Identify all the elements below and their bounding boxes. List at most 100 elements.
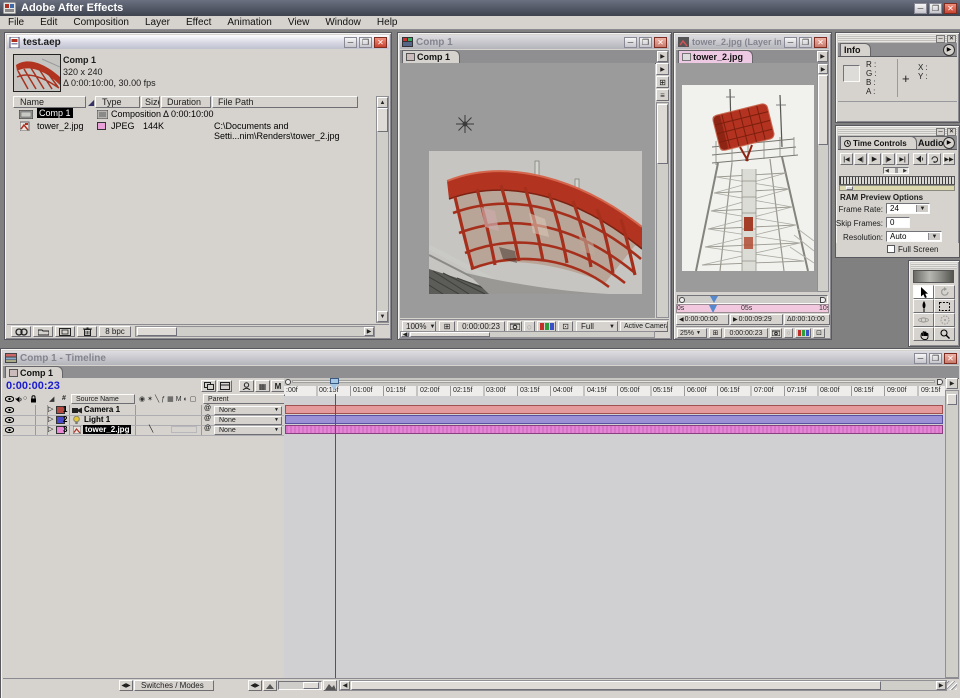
layer-name[interactable]: tower_2.jpg [83,425,131,434]
timeline-vertical-scrollbar[interactable] [945,390,959,678]
project-maximize-button[interactable]: ❐ [359,37,372,48]
layer-bar-camera[interactable] [285,405,943,414]
parent-column-header[interactable]: Parent [203,394,285,404]
parent-dropdown[interactable]: None▼ [214,426,282,435]
play-button[interactable]: ▶ [868,153,881,165]
audio-icon[interactable] [15,396,22,403]
lock-icon[interactable] [30,395,37,403]
eye-icon[interactable] [5,407,14,413]
eye-icon[interactable] [5,396,14,402]
shuttle-control[interactable]: ◀▶ [883,167,909,174]
timeline-panel-arrow[interactable]: ▶ [946,378,958,389]
menu-effect[interactable]: Effect [178,17,219,28]
switches-modes-button[interactable]: Switches / Modes [134,680,214,691]
audio-mute-button[interactable] [913,153,927,165]
timeline-maximize-button[interactable]: ❐ [929,353,942,364]
pick-whip-icon[interactable]: @ [204,415,211,422]
layer-name[interactable]: Camera 1 [84,405,120,414]
new-composition-button[interactable] [55,326,75,337]
comp-viewer-title-bar[interactable]: Comp 1 ─ ❐ ✕ [400,35,669,49]
column-header-size[interactable]: Size [141,96,160,108]
timeline-zoom-slider[interactable] [278,681,322,690]
current-time-indicator-handle[interactable] [330,378,339,390]
work-area-span[interactable] [292,380,935,383]
tab-tower-2-jpg[interactable]: tower_2.jpg [678,50,753,63]
light-wireframe-icon[interactable] [456,115,474,133]
palette-title-bar[interactable]: ─ ✕ [838,128,957,136]
palette-close-button[interactable]: ✕ [947,35,956,43]
ram-preview-button[interactable]: ▶▶ [943,153,955,165]
trim-out-handle[interactable] [820,297,826,303]
comp-family-button-1[interactable] [201,380,216,392]
loop-button[interactable] [928,153,941,165]
project-close-button[interactable]: ✕ [374,37,387,48]
frame-rate-dropdown[interactable]: 24▼ [886,203,930,214]
mask-tool[interactable] [934,299,955,313]
expand-columns-button[interactable]: ◀▶ [119,680,133,691]
alpha-icon[interactable]: ⊡ [813,328,825,338]
eye-icon[interactable] [5,427,14,433]
chevron-down-icon[interactable]: ▼ [928,233,940,240]
timeline-minimize-button[interactable]: ─ [914,353,927,364]
enable-frame-blend-button[interactable]: ▦ [255,380,270,392]
skip-frames-input[interactable] [886,217,910,228]
palette-menu-icon[interactable]: ▶ [943,44,955,56]
layer-duration[interactable]: Δ0:00:10:00 [784,314,830,325]
project-vertical-scrollbar[interactable]: ▲ ▼ [376,96,389,323]
eye-icon[interactable] [5,417,14,423]
layer-vertical-scrollbar[interactable]: ▶ [817,63,829,292]
zoom-tool[interactable] [934,327,955,341]
timeline-timecode[interactable]: 0:00:00:23 [6,380,60,392]
current-time-indicator-line[interactable] [335,394,336,678]
show-snapshot-icon[interactable]: ○ [784,328,793,338]
table-row[interactable]: tower_2.jpg JPEG 144K C:\Documents and S… [7,121,377,132]
tab-time-controls[interactable]: Time Controls [840,136,917,149]
jog-slider-thumb[interactable] [846,186,853,190]
palette-menu-icon[interactable]: ▶ [943,137,955,149]
layer-out-point[interactable]: ▶0:00:09:29 [730,314,783,325]
delete-button[interactable] [77,326,97,337]
comp-vertical-scrollbar[interactable] [656,102,669,318]
panel-menu-arrow[interactable]: ▶ [817,51,828,62]
tab-timeline-comp-1[interactable]: Comp 1 [5,366,63,378]
viewer-side-arrow[interactable]: ▶ [656,63,669,75]
last-frame-button[interactable]: ▶| [896,153,909,165]
palette-minimize-button[interactable]: ─ [936,128,945,136]
menu-view[interactable]: View [280,17,318,28]
column-header-duration[interactable]: Duration [161,96,211,108]
next-frame-button[interactable]: |▶ [882,153,895,165]
menu-animation[interactable]: Animation [219,17,279,28]
comp-close-button[interactable]: ✕ [654,37,667,48]
layer-magnification-dropdown[interactable]: 25%▼ [677,328,707,338]
panel-menu-arrow[interactable]: ▶ [657,51,668,62]
timeline-close-button[interactable]: ✕ [944,353,957,364]
twirl-arrow[interactable]: ▷ [48,405,53,413]
bit-depth-button[interactable]: 8 bpc [99,326,131,337]
rotate-tool[interactable] [934,285,955,299]
viewer-option2-icon[interactable]: ≡ [656,89,669,101]
source-name-column-header[interactable]: Source Name [71,394,135,404]
layer-bar-footage[interactable] [285,425,943,434]
timeline-zoom-slider-thumb[interactable] [303,682,319,689]
layer-close-button[interactable]: ✕ [814,37,827,48]
pick-whip-icon[interactable]: @ [204,425,211,432]
comp-family-button-2[interactable] [217,380,232,392]
zoom-out-mountain-button[interactable] [263,680,277,691]
comp-minimize-button[interactable]: ─ [624,37,637,48]
layer-cti[interactable] [709,305,717,313]
scroll-up-arrow[interactable]: ▲ [377,97,388,108]
rgb-channels-icon[interactable] [795,328,811,338]
app-minimize-button[interactable]: ─ [914,3,927,14]
tools-title-bar[interactable] [911,263,957,269]
layer-viewer-title-bar[interactable]: tower_2.jpg (Layer in Co... ─ ❐ ✕ [676,35,829,49]
project-minimize-button[interactable]: ─ [344,37,357,48]
comp-horizontal-scrollbar[interactable]: ◀ [400,331,655,338]
parent-dropdown[interactable]: None▼ [214,406,282,415]
resize-grip[interactable] [947,681,957,690]
project-horizontal-scrollbar[interactable]: ▶ [135,326,375,337]
scroll-down-arrow[interactable]: ▼ [377,311,388,322]
column-header-name[interactable]: Name [13,96,86,108]
twirl-arrow[interactable]: ▷ [48,415,53,423]
layer-row-footage[interactable]: ▷ 3 tower_2.jpg ╲ @ None▼ [3,425,284,436]
tab-info[interactable]: Info [840,43,871,56]
